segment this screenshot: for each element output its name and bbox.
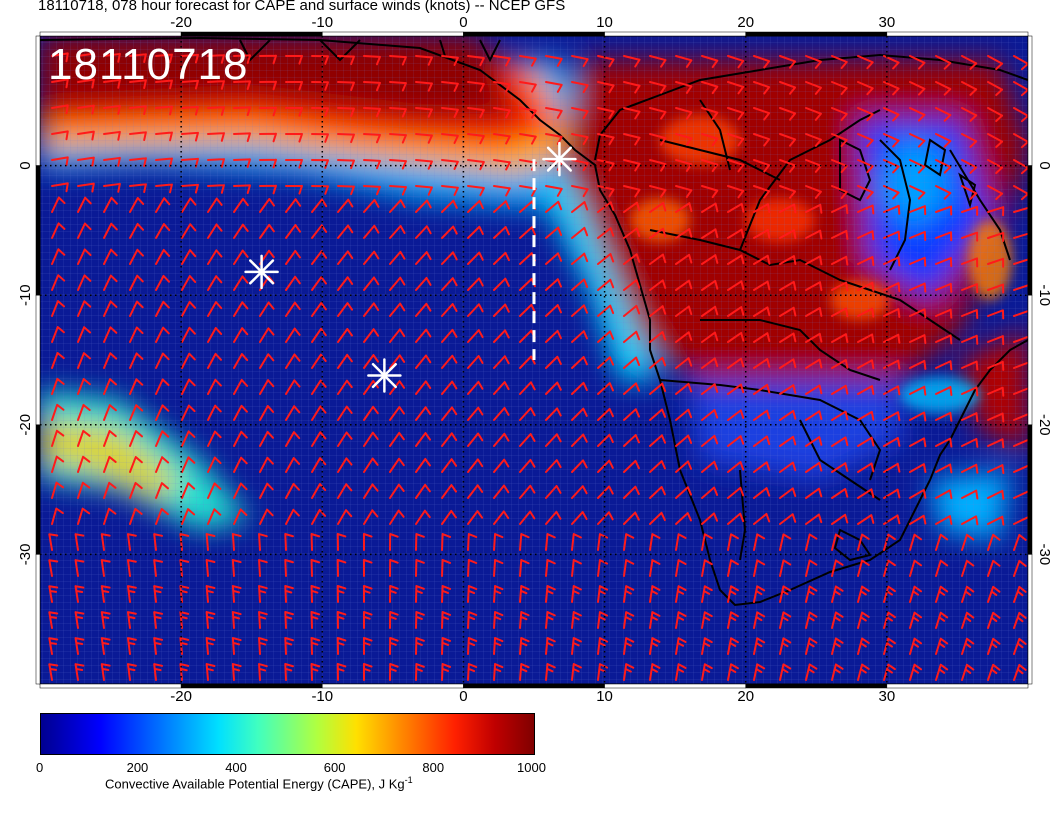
colorbar-tick-label: 0 (36, 760, 44, 775)
colorbar-label-main: Convective Available Potential Energy (C… (105, 776, 405, 792)
lat-tick-right: -20 (1036, 414, 1053, 436)
colorbar (40, 713, 535, 755)
colorbar-label-sup: -1 (404, 775, 413, 785)
colorbar-tick-label: 800 (422, 760, 445, 775)
lat-tick-right: -30 (1036, 544, 1053, 566)
lon-tick-bottom: 0 (459, 688, 467, 705)
lat-tick-left: -30 (17, 544, 34, 566)
star-marker-south (367, 358, 402, 393)
lon-tick-top: 0 (459, 14, 467, 31)
colorbar-tick-label: 200 (126, 760, 149, 775)
lon-tick-top: -10 (311, 14, 333, 31)
lon-tick-top: 20 (737, 14, 754, 31)
lon-tick-bottom: 30 (879, 688, 896, 705)
lon-tick-top: 10 (596, 14, 613, 31)
lon-tick-bottom: 20 (737, 688, 754, 705)
colorbar-tick-label: 600 (323, 760, 346, 775)
date-stamp: 18110718 (48, 40, 249, 89)
star-marker-west (244, 254, 279, 290)
colorbar-tick-label: 400 (225, 760, 247, 775)
lat-tick-left: -10 (17, 284, 34, 306)
lat-tick-right: 0 (1036, 161, 1053, 169)
colorbar-tick-label: 1000 (517, 760, 546, 775)
lon-tick-bottom: -20 (170, 688, 192, 705)
lon-tick-top: 30 (879, 14, 896, 31)
map: -20 -20 -10 -10 0 0 10 10 20 20 30 30 0 0 -10 -10 -20 -20… (17, 14, 1053, 705)
lon-tick-bottom: -10 (311, 688, 333, 705)
lon-tick-bottom: 10 (596, 688, 613, 705)
star-marker-east (542, 141, 577, 177)
lat-tick-left: 0 (17, 161, 34, 169)
colorbar-label: Convective Available Potential Energy (C… (105, 775, 413, 791)
lat-tick-left: -20 (17, 414, 34, 436)
lat-tick-right: -10 (1036, 284, 1053, 306)
lon-tick-top: -20 (170, 14, 192, 31)
